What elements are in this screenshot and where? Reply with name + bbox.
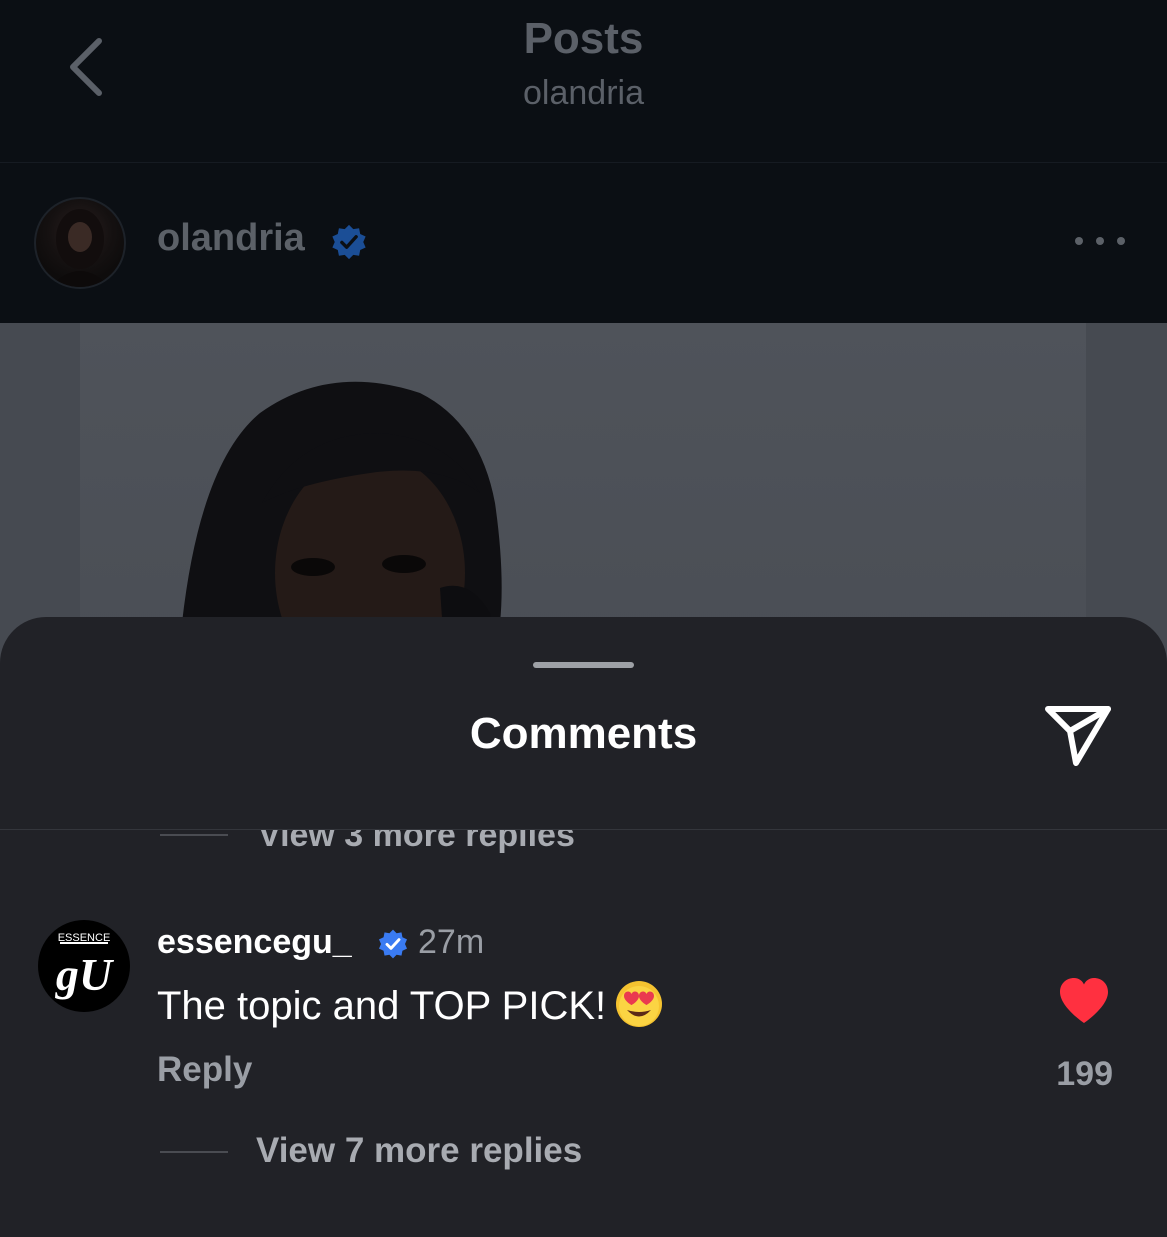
comment-timestamp: 27m bbox=[418, 923, 485, 961]
heart-filled-icon bbox=[1060, 978, 1108, 1023]
page-title: Posts bbox=[523, 14, 644, 63]
dot-icon bbox=[1075, 237, 1083, 245]
post-header: olandria bbox=[0, 163, 1167, 323]
author-avatar[interactable] bbox=[34, 197, 126, 289]
verified-badge-icon bbox=[379, 929, 407, 959]
view-more-replies-row[interactable]: View 3 more replies bbox=[0, 830, 1167, 870]
like-count: 199 bbox=[1056, 1055, 1113, 1093]
comment-body: The topic and TOP PICK! bbox=[157, 984, 607, 1028]
reply-thread-line bbox=[160, 1151, 228, 1153]
verified-badge-icon bbox=[332, 224, 366, 260]
heart-eyes-emoji-icon bbox=[616, 981, 663, 1027]
comment-username[interactable]: essencegu_ bbox=[157, 923, 352, 962]
svg-text:ESSENCE: ESSENCE bbox=[58, 932, 111, 944]
author-username[interactable]: olandria bbox=[157, 217, 305, 260]
post-image[interactable] bbox=[0, 323, 1167, 663]
page-subtitle: olandria bbox=[523, 74, 644, 112]
send-icon bbox=[1045, 706, 1111, 766]
reply-thread-line bbox=[160, 834, 228, 836]
like-button[interactable] bbox=[1058, 977, 1110, 1025]
reply-button[interactable]: Reply bbox=[157, 1050, 252, 1090]
share-button[interactable] bbox=[1040, 699, 1116, 771]
view-more-replies-link[interactable]: View 7 more replies bbox=[256, 1131, 582, 1171]
essence-logo: ESSENCE gU bbox=[55, 932, 115, 1000]
portrait-photo bbox=[180, 381, 502, 663]
top-nav-bar: Posts olandria bbox=[0, 0, 1167, 163]
sheet-drag-handle[interactable] bbox=[533, 662, 634, 668]
more-options-button[interactable] bbox=[1075, 221, 1125, 261]
comment-text: The topic and TOP PICK! bbox=[157, 979, 664, 1029]
avatar-photo bbox=[50, 209, 110, 287]
svg-text:gU: gU bbox=[55, 949, 115, 1000]
comments-sheet: Comments View 3 more replies ESSENCE gU … bbox=[0, 617, 1167, 1237]
sheet-title: Comments bbox=[469, 709, 698, 758]
commenter-avatar[interactable]: ESSENCE gU bbox=[38, 920, 130, 1012]
dot-icon bbox=[1117, 237, 1125, 245]
dot-icon bbox=[1096, 237, 1104, 245]
view-more-replies-link[interactable]: View 3 more replies bbox=[258, 830, 575, 855]
